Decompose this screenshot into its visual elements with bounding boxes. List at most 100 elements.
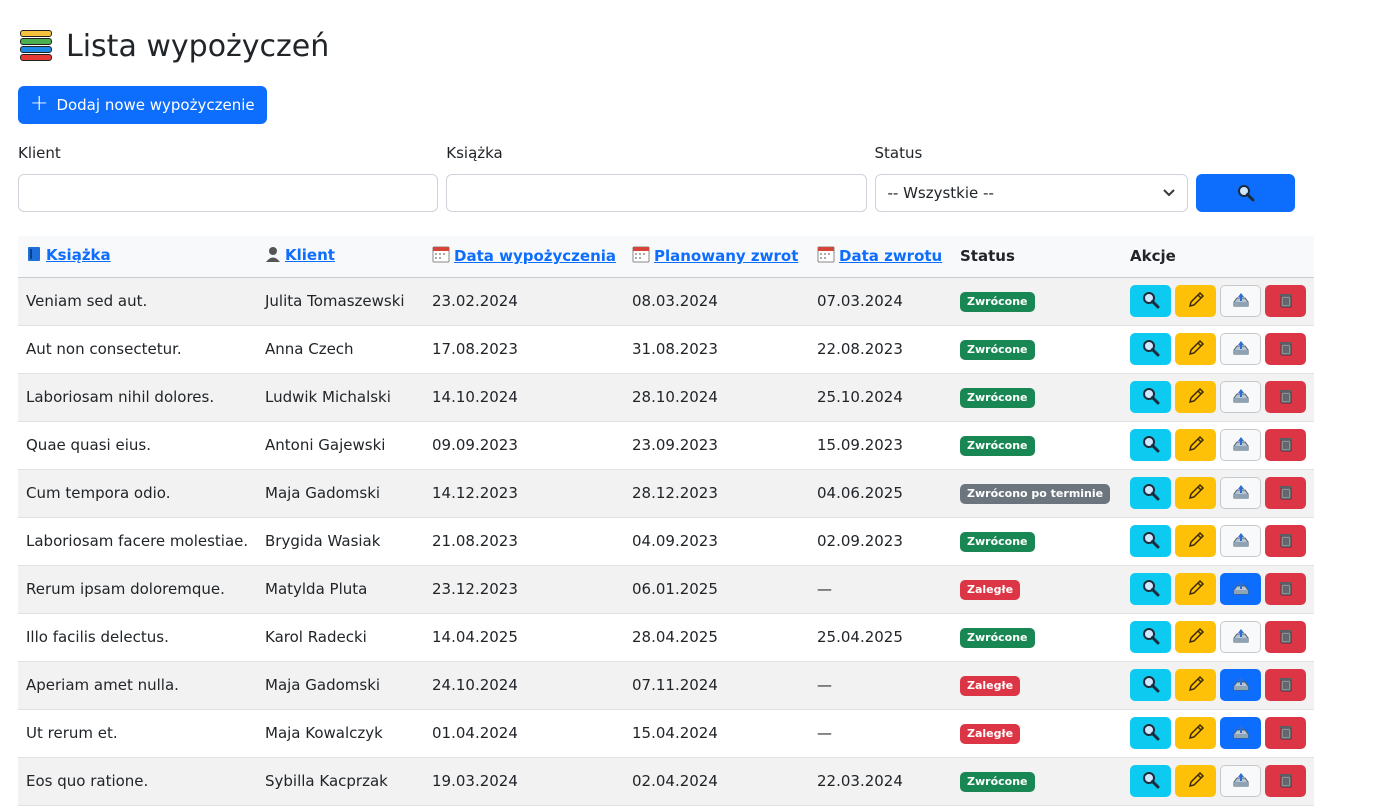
delete-button[interactable] [1265, 765, 1306, 797]
edit-button[interactable] [1175, 333, 1216, 365]
delete-button[interactable] [1265, 429, 1306, 461]
view-button[interactable] [1130, 381, 1171, 413]
view-button[interactable] [1130, 429, 1171, 461]
return-button[interactable] [1220, 621, 1261, 653]
edit-button[interactable] [1175, 717, 1216, 749]
book-filter-input[interactable] [446, 174, 867, 212]
cell-status: Zaległe [952, 661, 1122, 710]
return-button[interactable] [1220, 333, 1261, 365]
magnifier-icon [1142, 435, 1160, 456]
inbox-tray-icon [1232, 291, 1250, 312]
delete-button[interactable] [1265, 669, 1306, 701]
row-actions [1130, 285, 1306, 317]
edit-button[interactable] [1175, 765, 1216, 797]
row-actions [1130, 621, 1306, 653]
view-button[interactable] [1130, 717, 1171, 749]
cell-client: Maja Kowalczyk [257, 709, 424, 758]
cell-return-date: 04.06.2025 [809, 469, 952, 518]
view-button[interactable] [1130, 669, 1171, 701]
delete-button[interactable] [1265, 621, 1306, 653]
inbox-tray-icon [1232, 771, 1250, 792]
view-button[interactable] [1130, 525, 1171, 557]
sort-by-book-link[interactable]: Książka [26, 246, 111, 264]
book-filter: Książka [446, 144, 867, 212]
cell-planned-return: 28.10.2024 [624, 373, 809, 422]
return-button[interactable] [1220, 285, 1261, 317]
table-row: Aperiam amet nulla. Maja Gadomski 24.10.20… [18, 661, 1314, 710]
sort-by-loan-date-link[interactable]: Data wypożyczenia [432, 246, 616, 265]
inbox-tray-icon [1232, 579, 1250, 600]
delete-button[interactable] [1265, 573, 1306, 605]
page: Lista wypożyczeń + Dodaj nowe wypożyczen… [0, 0, 1314, 806]
delete-button[interactable] [1265, 381, 1306, 413]
status-select[interactable]: -- Wszystkie -- [874, 174, 1189, 212]
calendar-icon [632, 245, 650, 267]
view-button[interactable] [1130, 477, 1171, 509]
wastebasket-icon [1277, 531, 1295, 552]
return-button[interactable] [1220, 429, 1261, 461]
add-loan-button-label: Dodaj nowe wypożyczenie [56, 96, 255, 114]
row-actions [1130, 669, 1306, 701]
delete-button[interactable] [1265, 477, 1306, 509]
cell-actions [1122, 277, 1314, 326]
edit-button[interactable] [1175, 621, 1216, 653]
wastebasket-icon [1277, 339, 1295, 360]
cell-client: Maja Gadomski [257, 469, 424, 518]
add-loan-button[interactable]: + Dodaj nowe wypożyczenie [18, 86, 267, 124]
edit-button[interactable] [1175, 669, 1216, 701]
row-actions [1130, 765, 1306, 797]
status-badge: Zwrócone [960, 387, 1035, 408]
sort-by-planned-return-link[interactable]: Planowany zwrot [632, 245, 799, 267]
delete-button[interactable] [1265, 525, 1306, 557]
cell-client: Antoni Gajewski [257, 421, 424, 470]
return-button[interactable] [1220, 381, 1261, 413]
magnifier-icon [1142, 723, 1160, 744]
header-planned-return-label: Planowany zwrot [654, 247, 799, 266]
edit-button[interactable] [1175, 525, 1216, 557]
edit-button[interactable] [1175, 429, 1216, 461]
pencil-icon [1187, 387, 1205, 408]
return-button[interactable] [1220, 573, 1261, 605]
return-button[interactable] [1220, 477, 1261, 509]
view-button[interactable] [1130, 285, 1171, 317]
pencil-icon [1187, 627, 1205, 648]
cell-book: Aperiam amet nulla. [18, 661, 257, 710]
delete-button[interactable] [1265, 333, 1306, 365]
return-button[interactable] [1220, 525, 1261, 557]
edit-button[interactable] [1175, 477, 1216, 509]
cell-planned-return: 07.11.2024 [624, 661, 809, 710]
view-button[interactable] [1130, 333, 1171, 365]
books-icon [18, 29, 54, 63]
view-button[interactable] [1130, 573, 1171, 605]
delete-button[interactable] [1265, 717, 1306, 749]
cell-book: Ut rerum et. [18, 709, 257, 758]
wastebasket-icon [1277, 675, 1295, 696]
return-button[interactable] [1220, 765, 1261, 797]
header-status: Status [952, 236, 1122, 278]
edit-button[interactable] [1175, 285, 1216, 317]
pencil-icon [1187, 339, 1205, 360]
view-button[interactable] [1130, 765, 1171, 797]
sort-by-client-link[interactable]: Klient [265, 246, 335, 264]
status-badge: Zaległe [960, 579, 1021, 600]
magnifier-icon [1237, 185, 1255, 202]
delete-button[interactable] [1265, 285, 1306, 317]
blue-book-icon [26, 246, 42, 266]
loans-table: Książka Klient Data wypożyczenia Planowa… [18, 236, 1314, 806]
cell-loan-date: 14.12.2023 [424, 469, 624, 518]
header-return-date: Data zwrotu [809, 236, 952, 278]
cell-loan-date: 23.12.2023 [424, 565, 624, 614]
search-button[interactable] [1196, 174, 1296, 212]
sort-by-return-date-link[interactable]: Data zwrotu [817, 246, 942, 265]
view-button[interactable] [1130, 621, 1171, 653]
cell-loan-date: 23.02.2024 [424, 277, 624, 326]
edit-button[interactable] [1175, 381, 1216, 413]
cell-status: Zaległe [952, 565, 1122, 614]
return-button[interactable] [1220, 717, 1261, 749]
row-actions [1130, 381, 1306, 413]
inbox-tray-icon [1232, 723, 1250, 744]
magnifier-icon [1142, 339, 1160, 360]
edit-button[interactable] [1175, 573, 1216, 605]
return-button[interactable] [1220, 669, 1261, 701]
client-filter-input[interactable] [18, 174, 439, 212]
